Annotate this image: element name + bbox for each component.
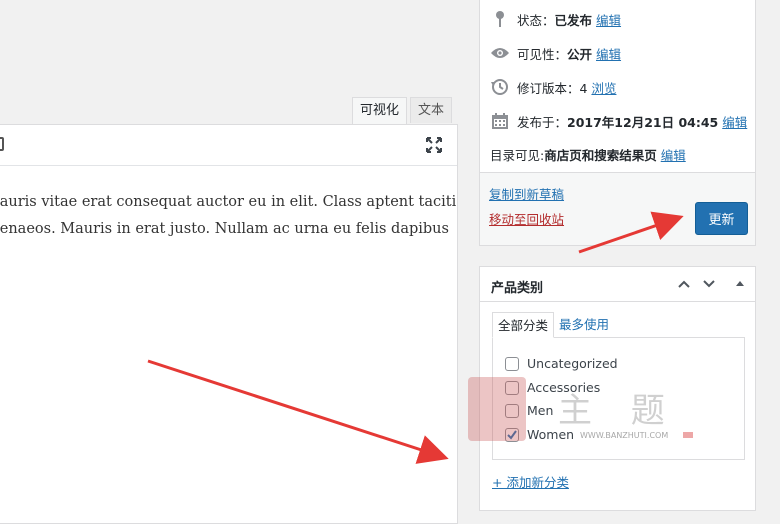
arrow-annotation — [147, 211, 684, 464]
tab-all-categories[interactable]: 全部分类 — [492, 312, 555, 338]
